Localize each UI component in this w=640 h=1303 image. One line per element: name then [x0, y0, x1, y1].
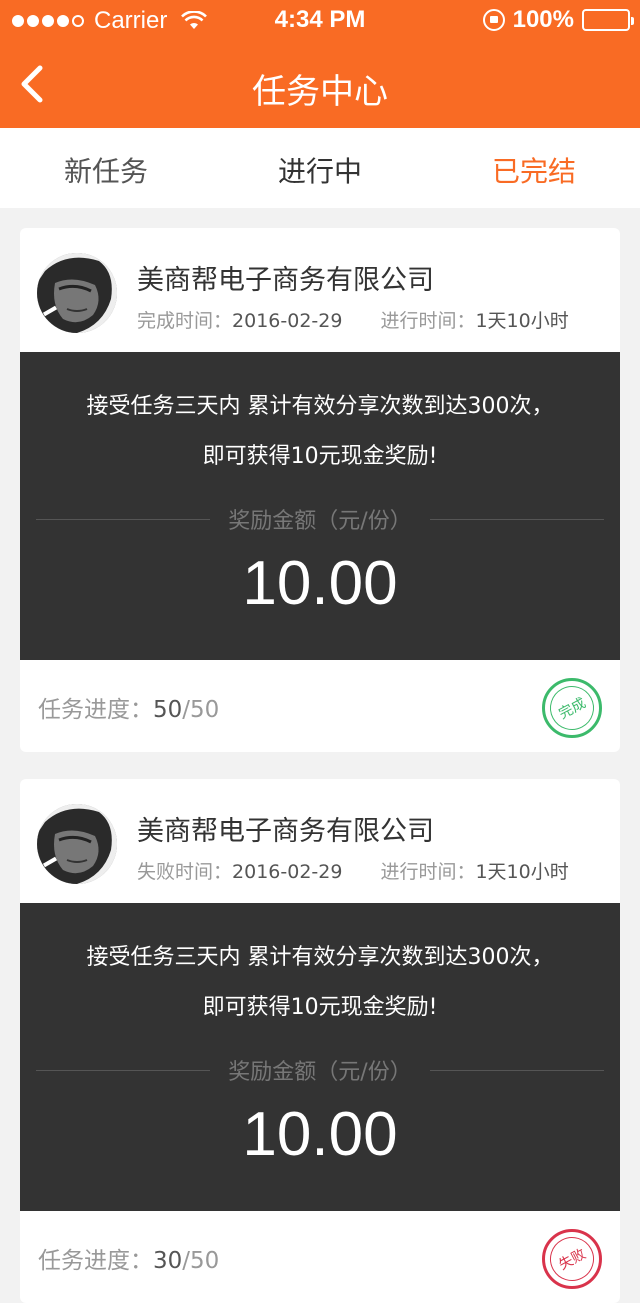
duration-label: 进行时间：	[380, 310, 476, 332]
task-progress: 任务进度：30/50	[38, 1241, 219, 1275]
description-line: 即可获得10元现金奖励!	[202, 444, 438, 469]
progress-done: 50	[153, 697, 183, 723]
divider	[429, 1069, 605, 1071]
reward-label: 奖励金额（元/份）	[228, 1060, 412, 1085]
avatar	[37, 253, 117, 333]
description-line: 即可获得10元现金奖励!	[202, 995, 438, 1020]
stamp-label: 完成	[542, 678, 602, 738]
description-line: 接受任务三天内 累计有效分享次数到达300次，	[86, 945, 554, 970]
stamp-label: 失败	[542, 1229, 602, 1289]
task-progress: 任务进度：50/50	[38, 690, 219, 724]
task-card-header: 美商帮电子商务有限公司 完成时间：2016-02-29 进行时间：1天10小时	[20, 228, 620, 352]
divider	[36, 1069, 211, 1071]
description-line: 接受任务三天内 累计有效分享次数到达300次，	[86, 394, 554, 419]
task-card[interactable]: 美商帮电子商务有限公司 完成时间：2016-02-29 进行时间：1天10小时 接…	[20, 228, 620, 752]
progress-label: 任务进度：	[38, 697, 153, 723]
time-value: 2016-02-29	[232, 310, 343, 332]
duration-value: 1天10小时	[475, 861, 569, 883]
header: Carrier 4:34 PM 100% 任务中心	[0, 0, 640, 128]
rotation-lock-icon	[482, 9, 505, 31]
navbar: 任务中心	[0, 40, 640, 128]
task-reward-panel: 接受任务三天内 累计有效分享次数到达300次， 即可获得10元现金奖励! 奖励金…	[20, 352, 620, 660]
status-bar: Carrier 4:34 PM 100%	[0, 0, 640, 40]
failed-stamp-icon: 失败	[542, 1229, 602, 1289]
reward-amount: 10.00	[242, 549, 398, 618]
completed-stamp-icon: 完成	[542, 678, 602, 738]
avatar	[37, 804, 117, 884]
tab-bar: 新任务 进行中 已完结	[0, 128, 640, 208]
reward-amount: 10.00	[242, 1100, 398, 1169]
time-label: 完成时间：	[137, 310, 233, 332]
task-card-header: 美商帮电子商务有限公司 失败时间：2016-02-29 进行时间：1天10小时	[20, 779, 620, 903]
task-card[interactable]: 美商帮电子商务有限公司 失败时间：2016-02-29 进行时间：1天10小时 接…	[20, 779, 620, 1303]
task-description: 接受任务三天内 累计有效分享次数到达300次， 即可获得10元现金奖励!	[20, 933, 620, 1033]
progress-total: /50	[182, 697, 220, 723]
progress-done: 30	[153, 1248, 183, 1274]
battery-icon	[582, 9, 634, 31]
time-value: 2016-02-29	[232, 861, 343, 883]
reward-label-row: 奖励金额（元/份）	[36, 1055, 605, 1085]
company-name: 美商帮电子商务有限公司	[137, 816, 434, 847]
task-progress-row: 任务进度：30/50 失败	[20, 1211, 620, 1303]
battery-percent: 100%	[512, 6, 574, 33]
task-description: 接受任务三天内 累计有效分享次数到达300次， 即可获得10元现金奖励!	[20, 382, 620, 482]
tab-completed[interactable]: 已完结	[492, 150, 576, 190]
company-name: 美商帮电子商务有限公司	[137, 265, 434, 296]
tab-new-tasks[interactable]: 新任务	[64, 150, 148, 190]
task-progress-row: 任务进度：50/50 完成	[20, 660, 620, 752]
time-label: 失败时间：	[137, 861, 233, 883]
task-meta: 完成时间：2016-02-29 进行时间：1天10小时	[137, 306, 569, 333]
tab-in-progress[interactable]: 进行中	[278, 150, 362, 190]
divider	[36, 518, 211, 520]
reward-label: 奖励金额（元/份）	[228, 509, 412, 534]
task-reward-panel: 接受任务三天内 累计有效分享次数到达300次， 即可获得10元现金奖励! 奖励金…	[20, 903, 620, 1211]
duration-label: 进行时间：	[380, 861, 476, 883]
divider	[429, 518, 605, 520]
progress-total: /50	[182, 1248, 220, 1274]
status-right: 100%	[482, 6, 634, 34]
progress-label: 任务进度：	[38, 1248, 153, 1274]
task-meta: 失败时间：2016-02-29 进行时间：1天10小时	[137, 857, 569, 884]
page-title: 任务中心	[252, 72, 388, 112]
duration-value: 1天10小时	[475, 310, 569, 332]
reward-label-row: 奖励金额（元/份）	[36, 504, 605, 534]
